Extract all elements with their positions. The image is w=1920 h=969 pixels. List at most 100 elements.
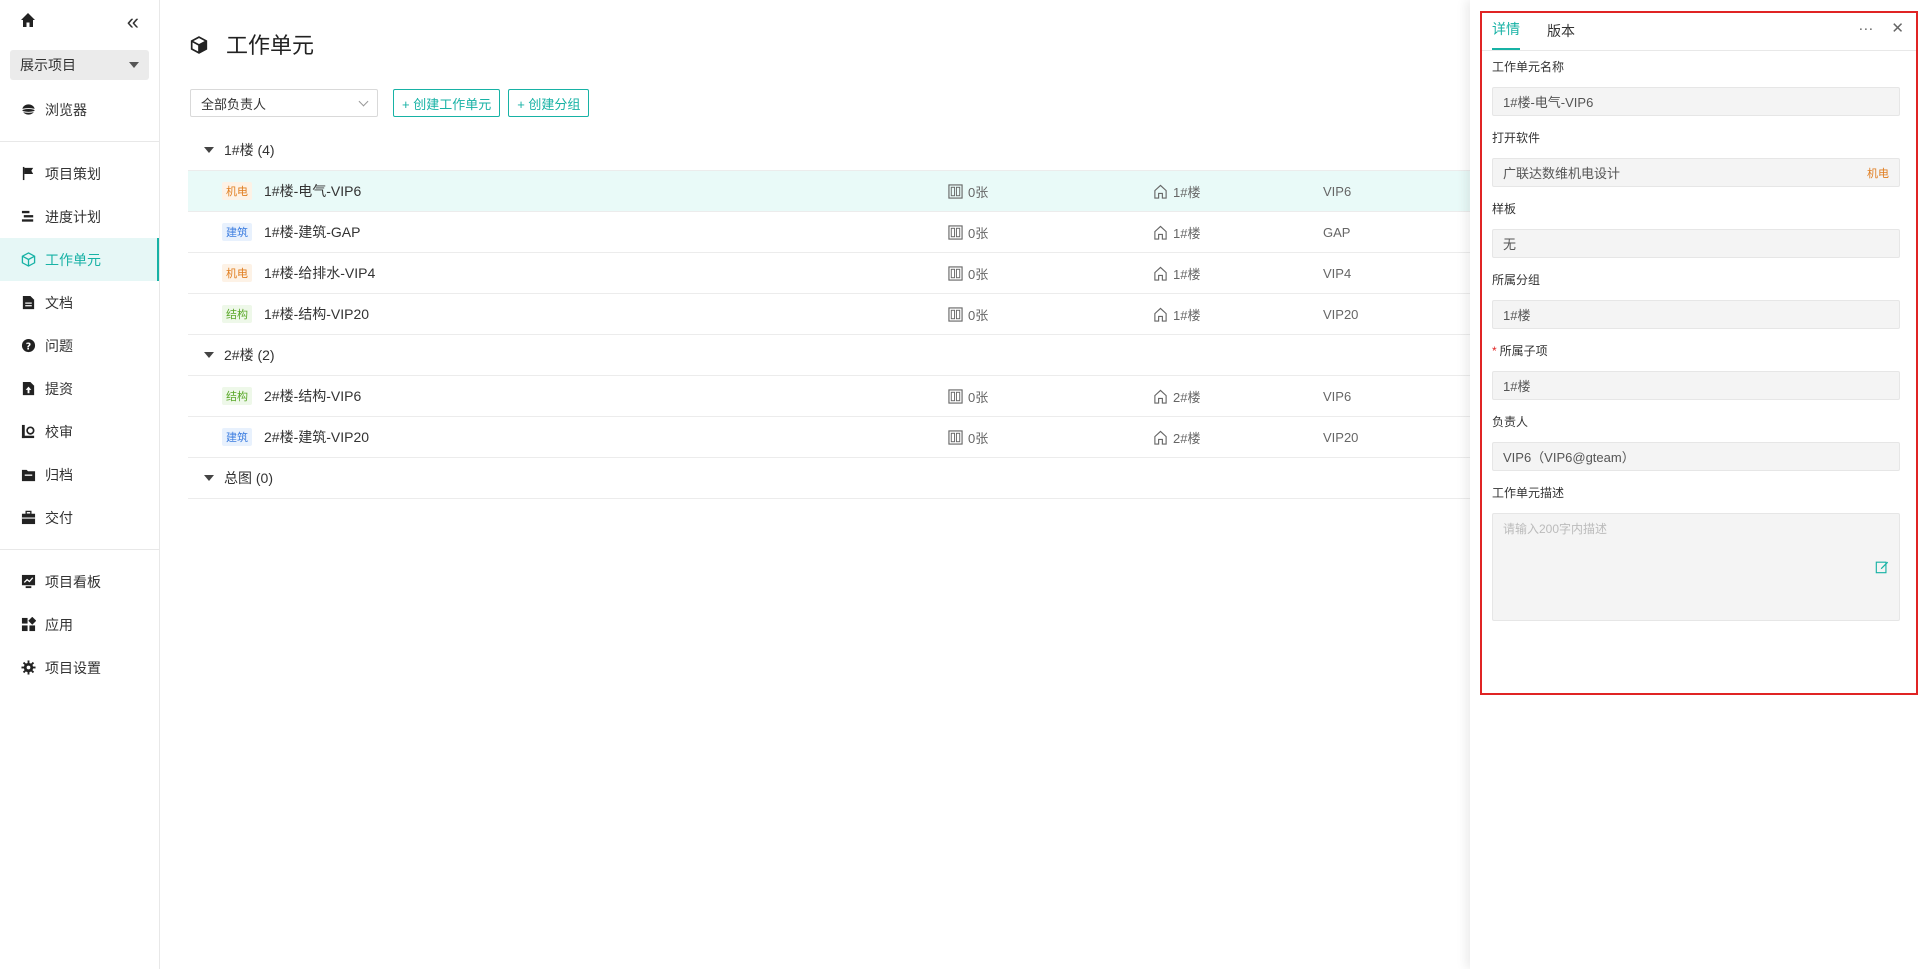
sidebar-item-work-unit[interactable]: 工作单元 <box>0 238 159 281</box>
detail-panel: 详情 版本 ··· ✕ 工作单元名称 1#楼-电气-VIP6 打开软件 广联达数… <box>1470 0 1920 969</box>
sidebar-item-documents[interactable]: 文档 <box>0 281 159 324</box>
group-count: (2) <box>257 347 275 363</box>
schedule-icon <box>20 209 36 225</box>
building-icon <box>1154 307 1167 322</box>
sheets-icon <box>948 224 963 240</box>
sidebar-item-review[interactable]: 校审 <box>0 410 159 453</box>
close-icon[interactable]: ✕ <box>1891 19 1904 37</box>
discipline-tag: 建筑 <box>222 428 252 446</box>
caret-down-icon[interactable] <box>204 475 214 481</box>
list-item[interactable]: 机电 1#楼-给排水-VIP4 0张 1#楼 VIP4 <box>188 253 1470 294</box>
sheets-icon <box>948 429 963 445</box>
discipline-tag: 机电 <box>222 264 252 282</box>
list-item[interactable]: 建筑 2#楼-建筑-VIP20 0张 2#楼 VIP20 <box>188 417 1470 458</box>
sidebar-item-label: 归档 <box>45 466 73 483</box>
floor-label: 1#楼 <box>1153 264 1200 283</box>
dashboard-icon <box>20 574 36 590</box>
collapse-sidebar-icon[interactable]: « <box>127 11 139 33</box>
sidebar-item-issues[interactable]: ? 问题 <box>0 324 159 367</box>
divider <box>0 141 159 142</box>
group-row[interactable]: 2#楼 (2) <box>188 335 1470 376</box>
group-count: (0) <box>255 470 274 486</box>
detail-form: 工作单元名称 1#楼-电气-VIP6 打开软件 广联达数维机电设计 机电 样板 … <box>1492 59 1900 635</box>
list-item[interactable]: 建筑 1#楼-建筑-GAP 0张 1#楼 GAP <box>188 212 1470 253</box>
sidebar-item-label: 进度计划 <box>45 208 101 225</box>
group-row[interactable]: 总图 (0) <box>188 458 1470 499</box>
sheets-count: 0张 <box>948 264 988 283</box>
archive-icon <box>20 467 36 483</box>
sidebar-item-label: 工作单元 <box>45 251 101 268</box>
discipline-tag: 机电 <box>222 182 252 200</box>
sidebar-item-label: 交付 <box>45 509 73 526</box>
work-unit-name: 2#楼-建筑-VIP20 <box>264 429 370 445</box>
create-group-button[interactable]: + 创建分组 <box>508 89 590 117</box>
sheets-icon <box>948 306 963 322</box>
list-item[interactable]: 结构 2#楼-结构-VIP6 0张 2#楼 VIP6 <box>188 376 1470 417</box>
owner-label: VIP6 <box>1323 183 1352 199</box>
floor-label: 2#楼 <box>1153 428 1200 447</box>
field-software: 打开软件 广联达数维机电设计 机电 <box>1492 130 1900 187</box>
page-title: 工作单元 <box>190 28 314 60</box>
owner-field[interactable]: VIP6（VIP6@gteam） <box>1492 442 1900 471</box>
name-field[interactable]: 1#楼-电气-VIP6 <box>1492 87 1900 116</box>
floor-label: 1#楼 <box>1153 223 1200 242</box>
field-label: 样板 <box>1492 202 1517 216</box>
work-unit-name: 1#楼-给排水-VIP4 <box>264 265 376 281</box>
sidebar-item-archive[interactable]: 归档 <box>0 453 159 496</box>
floor-label: 1#楼 <box>1153 305 1200 324</box>
sidebar-item-delivery[interactable]: 交付 <box>0 496 159 539</box>
tab-version[interactable]: 版本 <box>1547 21 1575 50</box>
briefcase-icon <box>20 510 36 526</box>
detail-panel-highlight: 详情 版本 ··· ✕ 工作单元名称 1#楼-电气-VIP6 打开软件 广联达数… <box>1480 11 1918 695</box>
list-item[interactable]: 结构 1#楼-结构-VIP20 0张 1#楼 VIP20 <box>188 294 1470 335</box>
list-item[interactable]: 机电 1#楼-电气-VIP6 0张 1#楼 VIP6 <box>188 171 1470 212</box>
group-row[interactable]: 1#楼 (4) <box>188 130 1470 171</box>
group-name: 总图 <box>224 470 252 486</box>
sheets-count: 0张 <box>948 387 988 406</box>
template-field[interactable]: 无 <box>1492 229 1900 258</box>
group-field[interactable]: 1#楼 <box>1492 300 1900 329</box>
sidebar-item-browser[interactable]: 浏览器 <box>0 88 159 131</box>
field-label: 打开软件 <box>1492 131 1541 145</box>
field-description: 工作单元描述 请输入200字内描述 <box>1492 485 1900 621</box>
sidebar: « 展示项目 浏览器 项目策划 进度计划 工作单元 文档 ? 问题 提资 校审 … <box>0 0 160 969</box>
edit-icon[interactable] <box>1875 560 1889 574</box>
work-unit-name: 1#楼-建筑-GAP <box>264 224 361 240</box>
sidebar-item-label: 浏览器 <box>45 101 87 118</box>
discipline-tag: 机电 <box>1867 167 1889 180</box>
more-icon[interactable]: ··· <box>1858 20 1873 37</box>
owner-filter-select[interactable]: 全部负责人 <box>190 89 378 117</box>
document-icon <box>20 295 36 311</box>
caret-down-icon[interactable] <box>204 147 214 153</box>
sidebar-item-dashboard[interactable]: 项目看板 <box>0 560 159 603</box>
owner-filter-value: 全部负责人 <box>201 96 267 112</box>
home-icon[interactable] <box>20 12 36 33</box>
apps-icon <box>20 617 36 633</box>
field-label: * 所属子项 <box>1492 344 1548 358</box>
field-subitem: * 所属子项 1#楼 <box>1492 343 1900 400</box>
sidebar-item-submit[interactable]: 提资 <box>0 367 159 410</box>
sidebar-item-settings[interactable]: 项目设置 <box>0 646 159 689</box>
description-textarea[interactable]: 请输入200字内描述 <box>1492 513 1900 621</box>
sheets-count: 0张 <box>948 305 988 324</box>
building-icon <box>1154 389 1167 404</box>
toolbar: 全部负责人 + 创建工作单元 + 创建分组 <box>190 89 597 117</box>
svg-text:?: ? <box>25 341 30 352</box>
building-icon <box>1154 184 1167 199</box>
sidebar-item-schedule[interactable]: 进度计划 <box>0 195 159 238</box>
caret-down-icon[interactable] <box>204 352 214 358</box>
create-work-unit-button[interactable]: + 创建工作单元 <box>393 89 501 117</box>
subitem-field[interactable]: 1#楼 <box>1492 371 1900 400</box>
field-owner: 负责人 VIP6（VIP6@gteam） <box>1492 414 1900 471</box>
tab-detail[interactable]: 详情 <box>1492 19 1520 50</box>
software-field[interactable]: 广联达数维机电设计 机电 <box>1492 158 1900 187</box>
discipline-tag: 结构 <box>222 305 252 323</box>
work-unit-name: 2#楼-结构-VIP6 <box>264 388 362 404</box>
flag-icon <box>20 166 36 182</box>
sidebar-item-apps[interactable]: 应用 <box>0 603 159 646</box>
work-unit-name: 1#楼-电气-VIP6 <box>264 183 362 199</box>
sidebar-item-planning[interactable]: 项目策划 <box>0 152 159 195</box>
caret-down-icon <box>129 62 139 68</box>
project-select[interactable]: 展示项目 <box>10 50 149 80</box>
sheets-count: 0张 <box>948 223 988 242</box>
